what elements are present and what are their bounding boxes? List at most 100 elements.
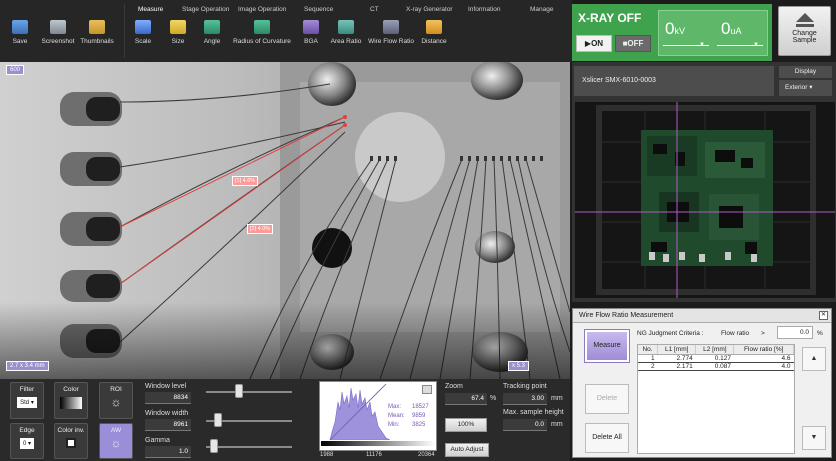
- wire-flow-ratio-title: Wire Flow Ratio Measurement: [573, 309, 831, 323]
- tab-image-operation[interactable]: Image Operation: [238, 6, 286, 13]
- radius-of-curvature-button[interactable]: Radius of Curvature: [232, 20, 292, 45]
- window-level-slider[interactable]: [234, 384, 243, 398]
- zoom-unit: %: [490, 395, 497, 402]
- tab-ct[interactable]: CT: [370, 6, 379, 13]
- color-control[interactable]: Color: [54, 382, 88, 419]
- table-header-row: No. L1 [mm] L2 [mm] Flow ratio [%]: [638, 345, 794, 355]
- angle-button[interactable]: Angle: [187, 20, 237, 45]
- xray-off-button[interactable]: ■OFF: [615, 35, 651, 52]
- table-cell: 2.171: [657, 362, 696, 371]
- eject-icon: [795, 13, 814, 22]
- size-label: Size: [171, 38, 185, 45]
- distance-label: Distance: [421, 38, 447, 45]
- max-sample-height-value[interactable]: 0.0: [503, 419, 547, 431]
- roi-sun-icon: ☼: [110, 395, 122, 409]
- xray-image-view[interactable]: 600 2.7 x 3.4 mm x 5.3 [1] 4.6% [2] 4.0%: [0, 62, 570, 379]
- color-map-dropdown[interactable]: [60, 397, 82, 409]
- image-controls-panel: Filter Std ▾ Color ROI ☼ Edge 0 ▾ Color …: [0, 379, 570, 461]
- save-icon: [12, 20, 28, 34]
- histogram-min-label: Min:: [388, 422, 400, 428]
- thumbnails-button[interactable]: Thumbnails: [72, 20, 122, 45]
- display-select[interactable]: Exterior ▾: [779, 80, 832, 96]
- table-cell: 1: [638, 354, 658, 363]
- gamma-label: Gamma: [145, 437, 170, 444]
- camera-panel: Xslicer SMX-6010-0003 Display Exterior ▾: [572, 62, 836, 302]
- column-header-l1: L1 [mm]: [657, 345, 697, 355]
- aw-sun-icon: ☼: [110, 436, 122, 450]
- window-level-value[interactable]: 8834: [145, 392, 191, 404]
- edge-dropdown[interactable]: 0 ▾: [19, 438, 35, 449]
- close-icon[interactable]: ✕: [819, 311, 828, 320]
- edge-label: Edge: [19, 427, 35, 434]
- curvature-icon: [254, 20, 270, 34]
- invert-icon: [66, 438, 76, 448]
- color-invert-button[interactable]: Color inv.: [54, 423, 88, 459]
- gamma-value[interactable]: 1.0: [145, 446, 191, 458]
- tab-xray-generator[interactable]: X-ray Generator: [406, 6, 453, 13]
- roi-button[interactable]: ROI ☼: [99, 382, 133, 419]
- histogram-save-icon[interactable]: [422, 385, 432, 394]
- auto-window-button[interactable]: AW ☼: [99, 423, 133, 459]
- window-level-track[interactable]: [206, 391, 292, 393]
- xray-on-button[interactable]: ▶ON: [576, 35, 612, 52]
- bga-label: BGA: [304, 38, 318, 45]
- filter-dropdown[interactable]: Std ▾: [17, 397, 37, 408]
- histogram-axis-mid: 11176: [366, 452, 382, 458]
- image-scale-tag: 2.7 x 3.4 mm: [6, 361, 49, 371]
- ng-operator: >: [761, 330, 765, 337]
- xray-image: [0, 62, 570, 379]
- tab-manage[interactable]: Manage: [530, 6, 554, 13]
- histogram-max-label: Max:: [388, 404, 402, 410]
- column-header-flow-ratio: Flow ratio [%]: [733, 345, 794, 355]
- wire-ratio-label-2[interactable]: [2] 4.0%: [247, 224, 274, 234]
- table-row[interactable]: 2 2.171 0.087 4.0: [638, 362, 794, 371]
- table-row[interactable]: 1 2.774 0.127 4.6: [638, 354, 794, 363]
- wire-flow-ratio-icon: [383, 20, 399, 34]
- angle-icon: [204, 20, 220, 34]
- tab-stage-operation[interactable]: Stage Operation: [182, 6, 229, 13]
- scroll-down-icon[interactable]: ▼: [802, 426, 826, 450]
- edge-control[interactable]: Edge 0 ▾: [10, 423, 44, 459]
- histogram-mean-value: 9859: [412, 413, 426, 419]
- area-ratio-label: Area Ratio: [330, 38, 362, 45]
- kv-unit: kV: [674, 26, 685, 36]
- histogram-max-value: 18527: [412, 404, 429, 410]
- tab-measure[interactable]: Measure: [138, 6, 163, 13]
- tracking-point-value[interactable]: 3.00: [503, 393, 547, 405]
- gamma-track[interactable]: [206, 446, 292, 448]
- tab-sequence[interactable]: Sequence: [304, 6, 333, 13]
- scroll-up-icon[interactable]: ▲: [802, 347, 826, 371]
- display-value: Exterior: [785, 84, 808, 91]
- ua-unit: uA: [730, 26, 742, 36]
- change-sample-button[interactable]: Change Sample: [778, 6, 831, 56]
- filter-control[interactable]: Filter Std ▾: [10, 382, 44, 419]
- window-width-slider[interactable]: [213, 413, 222, 427]
- histogram-gradient-bar: [321, 441, 435, 446]
- zoom-100-button[interactable]: 100%: [445, 418, 487, 432]
- device-name: Xslicer SMX-6010-0003: [574, 66, 774, 96]
- ua-dropdown-arrow-icon[interactable]: ▼: [753, 42, 759, 48]
- ng-criteria-label: NG Judgment Criteria :: [637, 330, 704, 337]
- delete-button[interactable]: Delete: [585, 384, 629, 414]
- ng-threshold-input[interactable]: 0.0: [777, 326, 813, 339]
- roi-label: ROI: [110, 386, 122, 393]
- camera-view[interactable]: [575, 102, 835, 298]
- gamma-slider[interactable]: [209, 439, 218, 453]
- histogram[interactable]: Max: 18527 Mean: 9859 Min: 3825: [319, 381, 437, 451]
- zoom-value[interactable]: 67.4: [445, 393, 487, 405]
- wire-ratio-label-1[interactable]: [1] 4.6%: [232, 176, 259, 186]
- measure-button[interactable]: Measure: [584, 329, 630, 363]
- distance-button[interactable]: Distance: [409, 20, 459, 45]
- color-label: Color: [63, 386, 79, 393]
- screenshot-icon: [50, 20, 66, 34]
- image-zoom-tag: x 5.3: [508, 361, 530, 371]
- angle-label: Angle: [203, 38, 221, 45]
- delete-all-button[interactable]: Delete All: [585, 423, 629, 453]
- bga-icon: [303, 20, 319, 34]
- window-width-value[interactable]: 8961: [145, 419, 191, 431]
- measurement-table[interactable]: No. L1 [mm] L2 [mm] Flow ratio [%] 1 2.7…: [637, 344, 795, 454]
- tab-information[interactable]: Information: [468, 6, 501, 13]
- radius-of-curvature-label: Radius of Curvature: [233, 38, 291, 45]
- auto-adjust-button[interactable]: Auto Adjust: [445, 443, 489, 457]
- kv-dropdown-arrow-icon[interactable]: ▼: [699, 42, 705, 48]
